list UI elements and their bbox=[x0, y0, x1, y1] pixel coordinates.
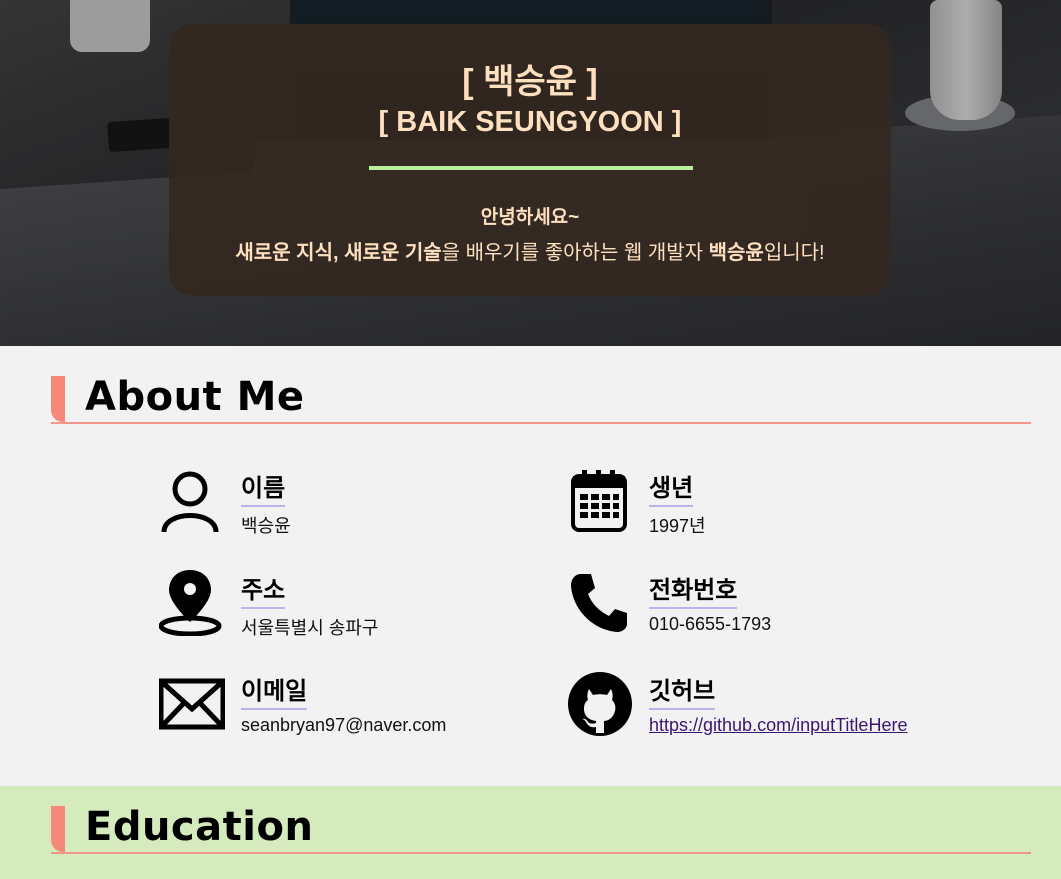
github-link[interactable]: https://github.com/inputTitleHere bbox=[649, 715, 907, 736]
section-title-education: Education bbox=[85, 804, 314, 850]
info-label: 주소 bbox=[241, 570, 286, 609]
info-value: 010-6655-1793 bbox=[649, 614, 772, 634]
info-label: 이름 bbox=[241, 468, 286, 507]
info-value: 1997년 bbox=[649, 516, 706, 536]
info-address: 주소 서울특별시 송파구 bbox=[159, 570, 579, 650]
github-icon bbox=[568, 672, 632, 736]
phone-icon bbox=[571, 574, 627, 632]
calendar-icon bbox=[571, 470, 627, 532]
section-accent-bar bbox=[51, 376, 65, 422]
info-name: 이름 백승윤 bbox=[159, 468, 579, 548]
info-value: 백승윤 bbox=[241, 516, 291, 536]
section-accent-bar bbox=[51, 806, 65, 852]
about-heading: About Me bbox=[51, 374, 1031, 424]
name-korean: [ 백승윤 ] bbox=[462, 63, 598, 101]
about-section: About Me 이름 백승윤 생년 1997년 주소 서울특별시 송파구 전화… bbox=[0, 346, 1061, 786]
info-label: 전화번호 bbox=[649, 570, 738, 609]
info-label: 생년 bbox=[649, 468, 694, 507]
section-title-about: About Me bbox=[85, 374, 305, 420]
intro-middle-text: 을 배우기를 좋아하는 웹 개발자 bbox=[441, 242, 709, 264]
intro-bold-skills: 새로운 지식, 새로운 기술 bbox=[235, 242, 442, 264]
info-value: 서울특별시 송파구 bbox=[241, 618, 379, 638]
education-section: Education bbox=[0, 786, 1061, 879]
info-github: 깃허브 https://github.com/inputTitleHere bbox=[567, 671, 987, 751]
info-birth: 생년 1997년 bbox=[567, 468, 987, 548]
info-label: 깃허브 bbox=[649, 671, 716, 710]
intro-bold-name: 백승윤 bbox=[708, 242, 764, 264]
person-icon bbox=[161, 471, 219, 533]
intro-divider bbox=[369, 166, 693, 170]
intro-greeting: 안녕하세요~ bbox=[480, 207, 580, 228]
info-phone: 전화번호 010-6655-1793 bbox=[567, 570, 987, 650]
map-pin-icon bbox=[159, 570, 222, 636]
info-value: seanbryan97@naver.com bbox=[241, 715, 447, 735]
mail-icon bbox=[159, 678, 225, 730]
intro-sentence: 새로운 지식, 새로운 기술을 배우기를 좋아하는 웹 개발자 백승윤입니다! bbox=[169, 236, 891, 265]
hero-banner: [ 백승윤 ] [ BAIK SEUNGYOON ] 안녕하세요~ 새로운 지식… bbox=[0, 0, 1061, 346]
education-heading: Education bbox=[51, 804, 1031, 854]
name-english: [ BAIK SEUNGYOON ] bbox=[378, 106, 682, 138]
info-email: 이메일 seanbryan97@naver.com bbox=[159, 671, 579, 751]
info-label: 이메일 bbox=[241, 671, 308, 710]
intro-end-text: 입니다! bbox=[763, 242, 825, 264]
intro-card: [ 백승윤 ] [ BAIK SEUNGYOON ] 안녕하세요~ 새로운 지식… bbox=[169, 24, 891, 296]
